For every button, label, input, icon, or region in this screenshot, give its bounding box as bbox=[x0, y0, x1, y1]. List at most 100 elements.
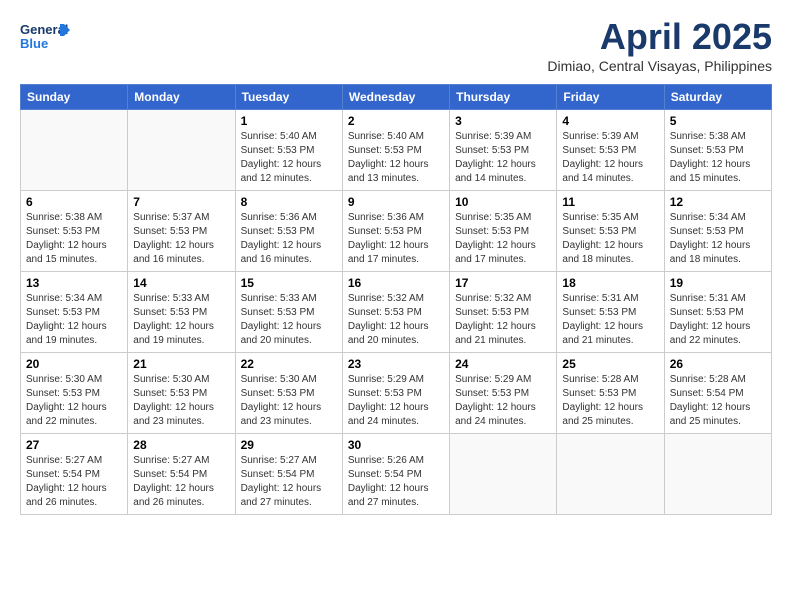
day-number: 10 bbox=[455, 195, 551, 209]
col-header-saturday: Saturday bbox=[664, 85, 771, 110]
day-number: 14 bbox=[133, 276, 229, 290]
day-number: 29 bbox=[241, 438, 337, 452]
day-info: Sunrise: 5:40 AM Sunset: 5:53 PM Dayligh… bbox=[241, 130, 337, 186]
day-number: 4 bbox=[562, 114, 658, 128]
calendar-cell: 26 Sunrise: 5:28 AM Sunset: 5:54 PM Dayli… bbox=[664, 353, 771, 434]
col-header-sunday: Sunday bbox=[21, 85, 128, 110]
calendar-cell: 15 Sunrise: 5:33 AM Sunset: 5:53 PM Dayli… bbox=[235, 272, 342, 353]
day-number: 23 bbox=[348, 357, 444, 371]
day-info: Sunrise: 5:35 AM Sunset: 5:53 PM Dayligh… bbox=[562, 211, 658, 267]
day-number: 3 bbox=[455, 114, 551, 128]
calendar-cell: 29 Sunrise: 5:27 AM Sunset: 5:54 PM Dayli… bbox=[235, 434, 342, 515]
day-number: 25 bbox=[562, 357, 658, 371]
day-info: Sunrise: 5:33 AM Sunset: 5:53 PM Dayligh… bbox=[241, 292, 337, 348]
calendar-week-row: 27 Sunrise: 5:27 AM Sunset: 5:54 PM Dayli… bbox=[21, 434, 772, 515]
day-info: Sunrise: 5:38 AM Sunset: 5:53 PM Dayligh… bbox=[26, 211, 122, 267]
col-header-friday: Friday bbox=[557, 85, 664, 110]
day-number: 8 bbox=[241, 195, 337, 209]
day-number: 13 bbox=[26, 276, 122, 290]
col-header-thursday: Thursday bbox=[450, 85, 557, 110]
calendar-cell: 21 Sunrise: 5:30 AM Sunset: 5:53 PM Dayli… bbox=[128, 353, 235, 434]
logo-icon: General Blue bbox=[20, 16, 70, 56]
day-info: Sunrise: 5:27 AM Sunset: 5:54 PM Dayligh… bbox=[26, 454, 122, 510]
calendar-cell: 20 Sunrise: 5:30 AM Sunset: 5:53 PM Dayli… bbox=[21, 353, 128, 434]
day-number: 26 bbox=[670, 357, 766, 371]
day-info: Sunrise: 5:26 AM Sunset: 5:54 PM Dayligh… bbox=[348, 454, 444, 510]
day-number: 21 bbox=[133, 357, 229, 371]
day-number: 9 bbox=[348, 195, 444, 209]
day-number: 12 bbox=[670, 195, 766, 209]
day-number: 11 bbox=[562, 195, 658, 209]
month-title: April 2025 bbox=[547, 16, 772, 58]
day-info: Sunrise: 5:34 AM Sunset: 5:53 PM Dayligh… bbox=[26, 292, 122, 348]
day-info: Sunrise: 5:30 AM Sunset: 5:53 PM Dayligh… bbox=[26, 373, 122, 429]
logo: General Blue bbox=[20, 16, 70, 56]
day-info: Sunrise: 5:39 AM Sunset: 5:53 PM Dayligh… bbox=[455, 130, 551, 186]
day-info: Sunrise: 5:31 AM Sunset: 5:53 PM Dayligh… bbox=[670, 292, 766, 348]
day-info: Sunrise: 5:38 AM Sunset: 5:53 PM Dayligh… bbox=[670, 130, 766, 186]
calendar-cell: 7Sunrise: 5:37 AM Sunset: 5:53 PM Daylig… bbox=[128, 191, 235, 272]
location-title: Dimiao, Central Visayas, Philippines bbox=[547, 58, 772, 74]
day-info: Sunrise: 5:30 AM Sunset: 5:53 PM Dayligh… bbox=[133, 373, 229, 429]
col-header-tuesday: Tuesday bbox=[235, 85, 342, 110]
day-info: Sunrise: 5:36 AM Sunset: 5:53 PM Dayligh… bbox=[348, 211, 444, 267]
day-info: Sunrise: 5:34 AM Sunset: 5:53 PM Dayligh… bbox=[670, 211, 766, 267]
calendar-cell: 13 Sunrise: 5:34 AM Sunset: 5:53 PM Dayli… bbox=[21, 272, 128, 353]
calendar-cell bbox=[128, 110, 235, 191]
calendar-cell: 12 Sunrise: 5:34 AM Sunset: 5:53 PM Dayli… bbox=[664, 191, 771, 272]
day-info: Sunrise: 5:36 AM Sunset: 5:53 PM Dayligh… bbox=[241, 211, 337, 267]
calendar-cell: 10 Sunrise: 5:35 AM Sunset: 5:53 PM Dayli… bbox=[450, 191, 557, 272]
calendar-cell: 6 Sunrise: 5:38 AM Sunset: 5:53 PM Daylig… bbox=[21, 191, 128, 272]
calendar-cell bbox=[557, 434, 664, 515]
day-number: 22 bbox=[241, 357, 337, 371]
calendar-cell: 9 Sunrise: 5:36 AM Sunset: 5:53 PM Daylig… bbox=[342, 191, 449, 272]
day-info: Sunrise: 5:40 AM Sunset: 5:53 PM Dayligh… bbox=[348, 130, 444, 186]
day-info: Sunrise: 5:27 AM Sunset: 5:54 PM Dayligh… bbox=[241, 454, 337, 510]
day-info: Sunrise: 5:27 AM Sunset: 5:54 PM Dayligh… bbox=[133, 454, 229, 510]
day-number: 20 bbox=[26, 357, 122, 371]
calendar-cell bbox=[450, 434, 557, 515]
calendar-cell: 30Sunrise: 5:26 AM Sunset: 5:54 PM Dayli… bbox=[342, 434, 449, 515]
day-info: Sunrise: 5:32 AM Sunset: 5:53 PM Dayligh… bbox=[348, 292, 444, 348]
calendar-cell: 19 Sunrise: 5:31 AM Sunset: 5:53 PM Dayli… bbox=[664, 272, 771, 353]
calendar-cell: 17 Sunrise: 5:32 AM Sunset: 5:53 PM Dayli… bbox=[450, 272, 557, 353]
calendar-table: SundayMondayTuesdayWednesdayThursdayFrid… bbox=[20, 84, 772, 515]
calendar-cell: 5 Sunrise: 5:38 AM Sunset: 5:53 PM Daylig… bbox=[664, 110, 771, 191]
calendar-week-row: 6 Sunrise: 5:38 AM Sunset: 5:53 PM Daylig… bbox=[21, 191, 772, 272]
day-info: Sunrise: 5:39 AM Sunset: 5:53 PM Dayligh… bbox=[562, 130, 658, 186]
calendar-cell: 25 Sunrise: 5:28 AM Sunset: 5:53 PM Dayli… bbox=[557, 353, 664, 434]
calendar-cell: 4 Sunrise: 5:39 AM Sunset: 5:53 PM Daylig… bbox=[557, 110, 664, 191]
day-info: Sunrise: 5:28 AM Sunset: 5:53 PM Dayligh… bbox=[562, 373, 658, 429]
col-header-monday: Monday bbox=[128, 85, 235, 110]
day-info: Sunrise: 5:32 AM Sunset: 5:53 PM Dayligh… bbox=[455, 292, 551, 348]
calendar-cell: 27 Sunrise: 5:27 AM Sunset: 5:54 PM Dayli… bbox=[21, 434, 128, 515]
day-number: 5 bbox=[670, 114, 766, 128]
calendar-week-row: 20 Sunrise: 5:30 AM Sunset: 5:53 PM Dayli… bbox=[21, 353, 772, 434]
calendar-cell: 22Sunrise: 5:30 AM Sunset: 5:53 PM Dayli… bbox=[235, 353, 342, 434]
day-number: 27 bbox=[26, 438, 122, 452]
calendar-cell: 16Sunrise: 5:32 AM Sunset: 5:53 PM Dayli… bbox=[342, 272, 449, 353]
day-number: 17 bbox=[455, 276, 551, 290]
calendar-cell: 28Sunrise: 5:27 AM Sunset: 5:54 PM Dayli… bbox=[128, 434, 235, 515]
day-info: Sunrise: 5:29 AM Sunset: 5:53 PM Dayligh… bbox=[348, 373, 444, 429]
calendar-cell: 11 Sunrise: 5:35 AM Sunset: 5:53 PM Dayli… bbox=[557, 191, 664, 272]
calendar-header-row: SundayMondayTuesdayWednesdayThursdayFrid… bbox=[21, 85, 772, 110]
title-block: April 2025 Dimiao, Central Visayas, Phil… bbox=[547, 16, 772, 74]
day-number: 19 bbox=[670, 276, 766, 290]
col-header-wednesday: Wednesday bbox=[342, 85, 449, 110]
calendar-cell: 1 Sunrise: 5:40 AM Sunset: 5:53 PM Daylig… bbox=[235, 110, 342, 191]
day-number: 1 bbox=[241, 114, 337, 128]
svg-text:Blue: Blue bbox=[20, 36, 48, 51]
calendar-cell: 23 Sunrise: 5:29 AM Sunset: 5:53 PM Dayli… bbox=[342, 353, 449, 434]
day-info: Sunrise: 5:31 AM Sunset: 5:53 PM Dayligh… bbox=[562, 292, 658, 348]
day-info: Sunrise: 5:35 AM Sunset: 5:53 PM Dayligh… bbox=[455, 211, 551, 267]
day-number: 15 bbox=[241, 276, 337, 290]
day-number: 6 bbox=[26, 195, 122, 209]
calendar-cell: 2 Sunrise: 5:40 AM Sunset: 5:53 PM Daylig… bbox=[342, 110, 449, 191]
day-number: 2 bbox=[348, 114, 444, 128]
day-info: Sunrise: 5:28 AM Sunset: 5:54 PM Dayligh… bbox=[670, 373, 766, 429]
day-info: Sunrise: 5:37 AM Sunset: 5:53 PM Dayligh… bbox=[133, 211, 229, 267]
calendar-cell: 18Sunrise: 5:31 AM Sunset: 5:53 PM Dayli… bbox=[557, 272, 664, 353]
day-info: Sunrise: 5:33 AM Sunset: 5:53 PM Dayligh… bbox=[133, 292, 229, 348]
calendar-cell bbox=[21, 110, 128, 191]
